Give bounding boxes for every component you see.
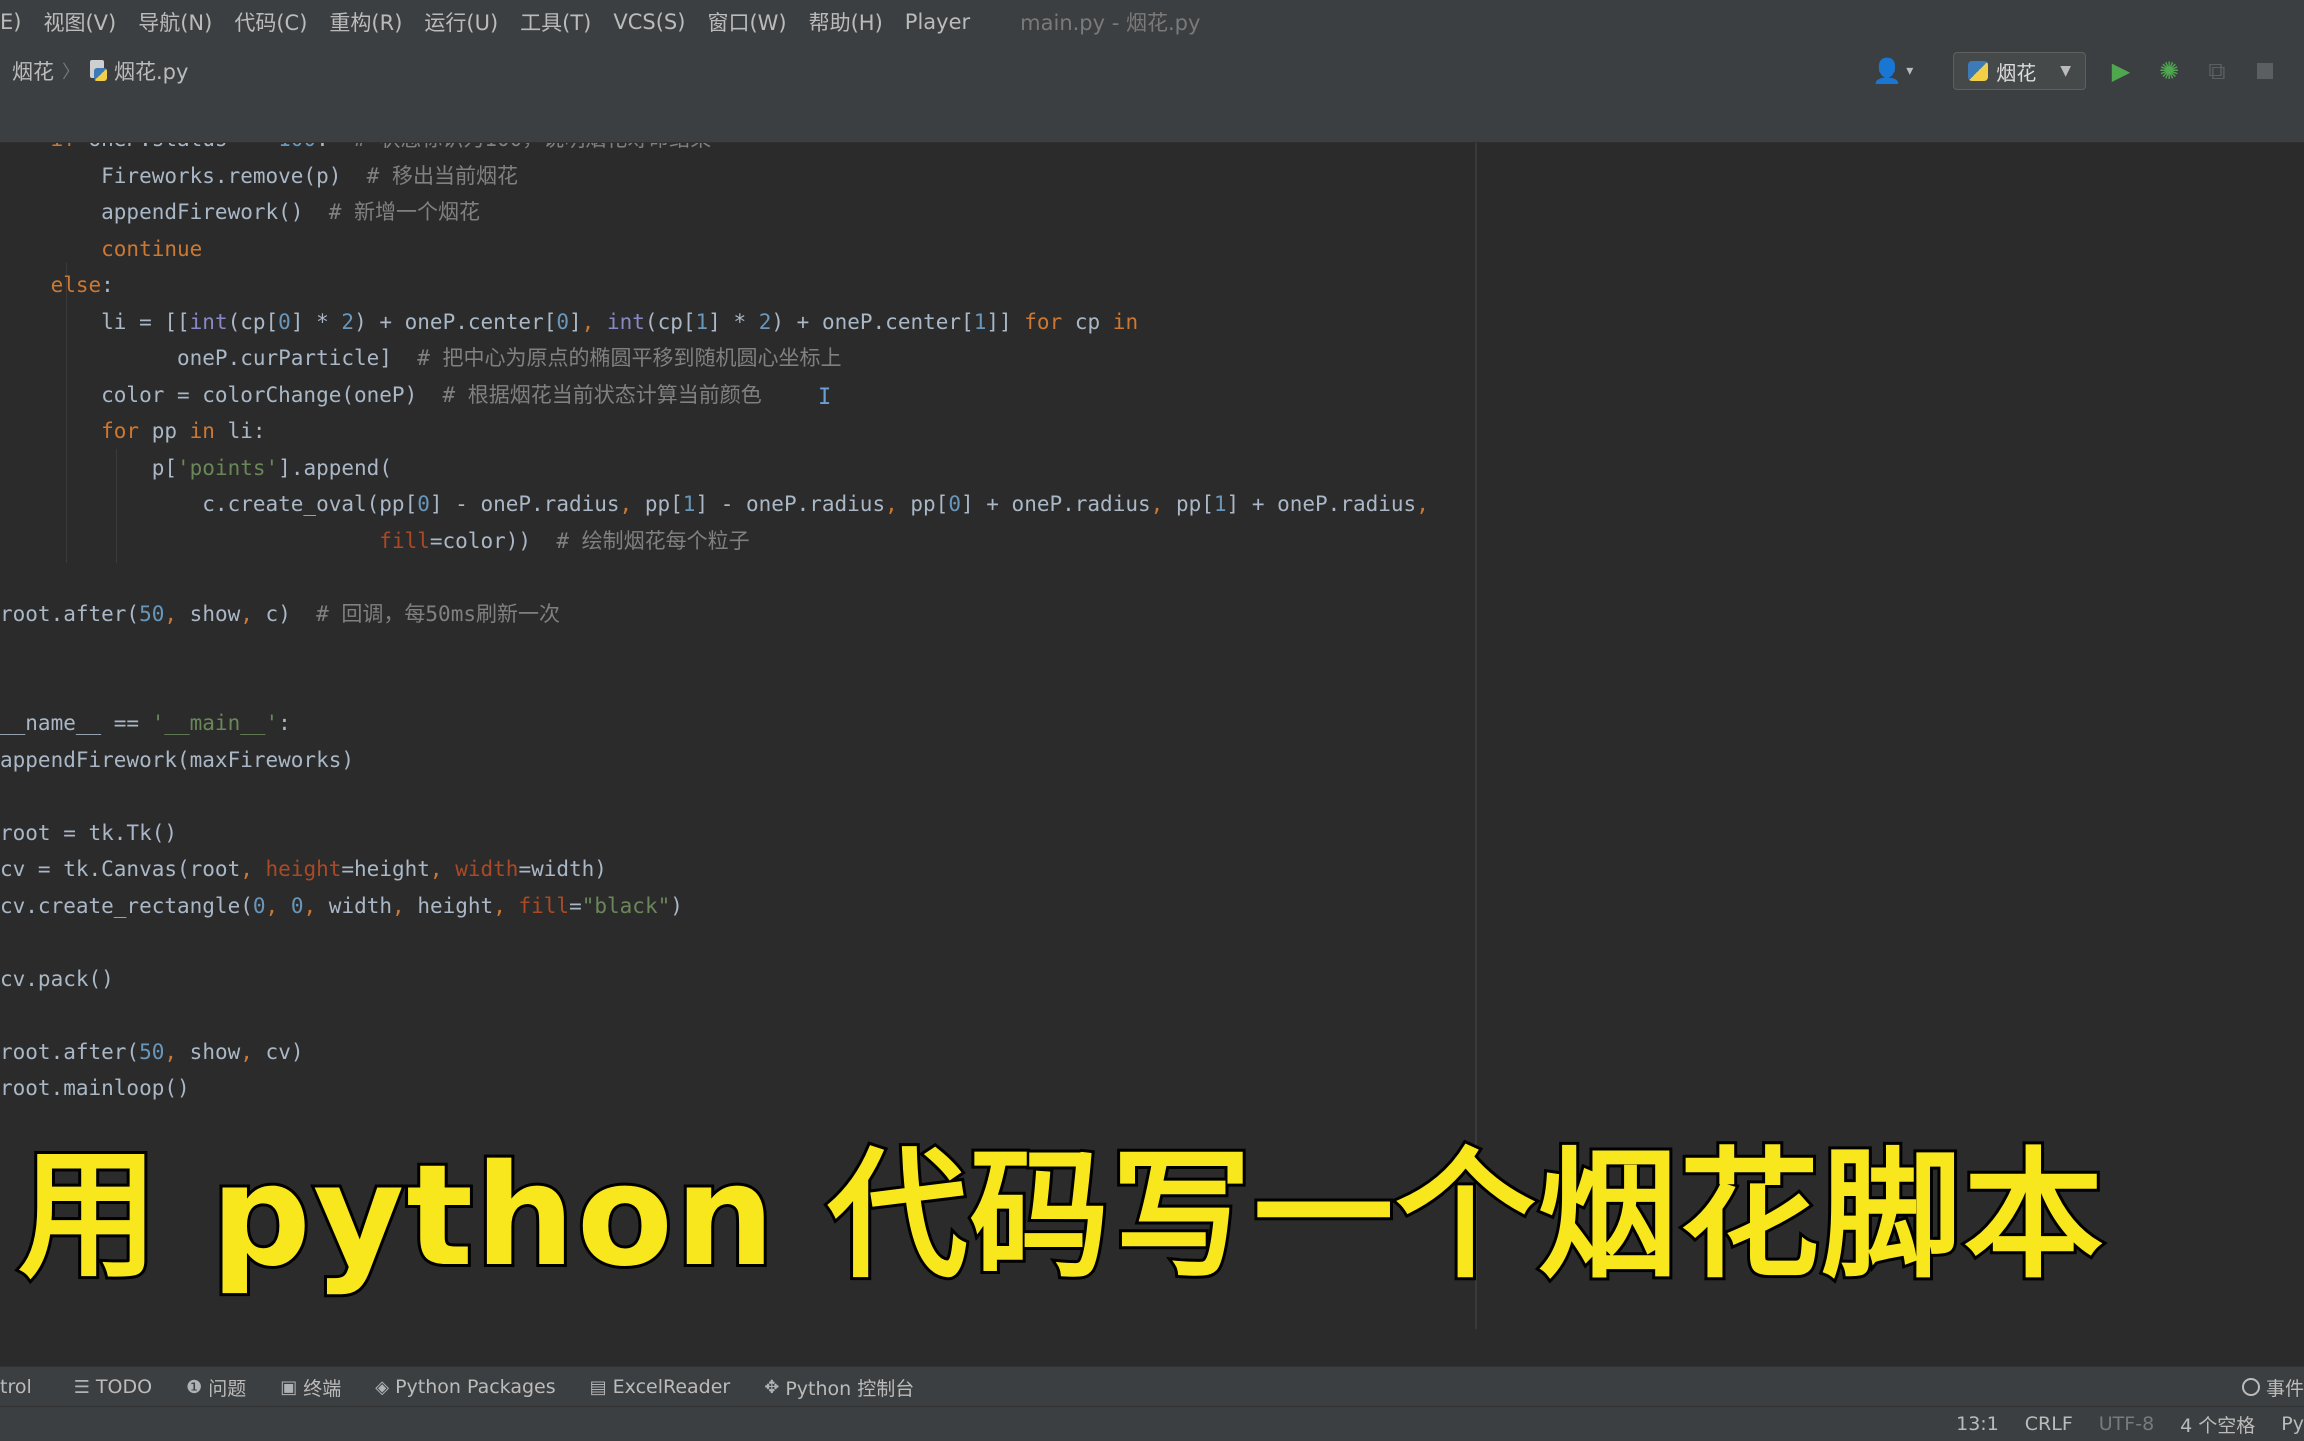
- tab-label: 终端: [303, 1377, 342, 1400]
- status-right: 13:1 CRLF UTF-8 4 个空格 Py: [1930, 1407, 2304, 1441]
- code-line: li = [[int(cp[0] * 2) + oneP.center[0], …: [0, 309, 1139, 334]
- menu-item-run[interactable]: 运行(U): [424, 7, 498, 37]
- info-icon: ❶: [186, 1376, 203, 1398]
- list-icon: ☰: [73, 1376, 90, 1398]
- tab-label: Python 控制台: [785, 1377, 915, 1400]
- code-line: color = colorChange(oneP) # 根据烟花当前状态计算当前…: [0, 382, 762, 407]
- line-ending[interactable]: CRLF: [2025, 1413, 2073, 1435]
- code-line: fill=color)) # 绘制烟花每个粒子: [379, 528, 750, 553]
- code-line: p['points'].append(: [0, 455, 392, 480]
- event-log-icon: [2241, 1378, 2260, 1396]
- breadcrumb-project[interactable]: 烟花: [12, 56, 54, 86]
- event-log-tab[interactable]: 事件: [2241, 1367, 2304, 1407]
- python-file-icon: [88, 60, 108, 82]
- breadcrumb: 烟花 〉 烟花.py: [0, 56, 188, 86]
- terminal-icon: ▣: [280, 1376, 298, 1398]
- code-line: cv = tk.Canvas(root, height=height, widt…: [0, 857, 607, 881]
- menu-item-view[interactable]: 视图(V): [43, 7, 116, 37]
- code-line: if oneP.status == 100: # 状态标识为100，说明烟花寿命…: [0, 143, 1429, 158]
- python-icon: ✥: [764, 1376, 780, 1398]
- stop-icon[interactable]: [2252, 58, 2278, 84]
- file-encoding[interactable]: UTF-8: [2099, 1413, 2154, 1435]
- menu-item-code[interactable]: 代码(C): [234, 7, 307, 37]
- debug-icon[interactable]: ✺: [2156, 57, 2182, 85]
- code-line: continue: [0, 236, 203, 261]
- code-line: root = tk.Tk(): [0, 820, 178, 845]
- menu-item-help[interactable]: 帮助(H): [809, 7, 883, 37]
- run-icon[interactable]: ▶: [2108, 57, 2134, 85]
- code-line: oneP.curParticle] # 把中心为原点的椭圆平移到随机圆心坐标上: [0, 346, 842, 370]
- tab-label: ExcelReader: [612, 1376, 731, 1398]
- menu-item-tools[interactable]: 工具(T): [520, 7, 591, 37]
- chevron-down-icon: ▾: [1906, 63, 1914, 79]
- navigation-bar: 烟花 〉 烟花.py 👤 ▾ 烟花 ▼ ▶ ✺ ⧉: [0, 44, 2304, 99]
- menu-item-navigate[interactable]: 导航(N): [138, 7, 212, 37]
- editor-tab-strip: [0, 98, 2304, 143]
- tab-problems[interactable]: ❶ 问题: [186, 1374, 246, 1401]
- tab-excel-reader[interactable]: ▤ ExcelReader: [590, 1376, 731, 1398]
- layers-icon: ◈: [375, 1376, 390, 1398]
- code-line: root.mainloop(): [0, 1076, 190, 1100]
- code-line: for pp in li:: [0, 419, 266, 443]
- code-line: cv.create_rectangle(0, 0, width, height,…: [0, 893, 683, 918]
- breadcrumb-file[interactable]: 烟花.py: [114, 56, 188, 86]
- tab-terminal[interactable]: ▣ 终端: [280, 1374, 341, 1401]
- person-icon: 👤: [1872, 57, 1903, 85]
- menu-item-edit[interactable]: E): [0, 10, 21, 34]
- tab-python-console[interactable]: ✥ Python 控制台: [764, 1374, 914, 1401]
- interpreter[interactable]: Py: [2281, 1413, 2304, 1435]
- code-line: appendFirework(maxFireworks): [0, 747, 355, 772]
- window-title: main.py - 烟花.py: [1020, 11, 1201, 35]
- code-line: root.after(50, show, c) # 回调，每50ms刷新一次: [0, 601, 560, 626]
- chevron-down-icon: ▼: [2060, 63, 2071, 79]
- tab-python-packages[interactable]: ◈ Python Packages: [375, 1376, 555, 1398]
- text-cursor-icon: I: [818, 385, 832, 410]
- code-line: cv.pack(): [0, 966, 114, 991]
- indent-setting[interactable]: 4 个空格: [2180, 1411, 2255, 1438]
- video-subtitle: 用 python 代码写一个烟花脚本: [15, 1132, 2106, 1301]
- tab-label: TODO: [95, 1376, 153, 1398]
- menu-item-window[interactable]: 窗口(W): [707, 7, 786, 37]
- toolbar-right: 👤 ▾ 烟花 ▼ ▶ ✺ ⧉: [1872, 44, 2304, 98]
- tool-window-bar: trol ☰ TODO ❶ 问题 ▣ 终端 ◈ Python Packages …: [0, 1366, 2304, 1407]
- event-log-label: 事件: [2265, 1377, 2304, 1400]
- code-line: appendFirework() # 新增一个烟花: [0, 200, 481, 224]
- menu-item-refactor[interactable]: 重构(R): [329, 7, 402, 37]
- code-line: c.create_oval(pp[0] - oneP.radius, pp[1]…: [0, 492, 1429, 516]
- tab-label: Python Packages: [395, 1376, 556, 1398]
- status-bar: 13:1 CRLF UTF-8 4 个空格 Py: [0, 1406, 2304, 1441]
- code-line: __name__ == '__main__':: [0, 711, 291, 735]
- run-config-label: 烟花: [1996, 60, 2037, 85]
- code-line: Fireworks.remove(p) # 移出当前烟花: [0, 163, 518, 188]
- run-config-select[interactable]: 烟花 ▼: [1953, 52, 2086, 90]
- user-icon[interactable]: 👤 ▾: [1872, 57, 1913, 85]
- menu-item-player[interactable]: Player: [905, 10, 970, 34]
- menu-item-vcs[interactable]: VCS(S): [613, 10, 685, 34]
- code-line: root.after(50, show, cv): [0, 1039, 304, 1064]
- menu-bar: E) 视图(V) 导航(N) 代码(C) 重构(R) 运行(U) 工具(T) V…: [0, 0, 2304, 44]
- tab-todo[interactable]: ☰ TODO: [74, 1376, 152, 1398]
- python-icon: [1968, 61, 1989, 81]
- code-line: else:: [0, 273, 114, 297]
- tab-version-control[interactable]: trol: [0, 1376, 32, 1398]
- tab-label: 问题: [208, 1377, 247, 1400]
- code-text[interactable]: if oneP.status == 100: # 状态标识为100，说明烟花寿命…: [0, 143, 1429, 1107]
- breadcrumb-separator-icon: 〉: [62, 62, 80, 83]
- tab-label: trol: [0, 1376, 32, 1398]
- coverage-icon[interactable]: ⧉: [2204, 57, 2230, 85]
- cursor-position[interactable]: 13:1: [1956, 1413, 1999, 1435]
- table-icon: ▤: [589, 1376, 607, 1398]
